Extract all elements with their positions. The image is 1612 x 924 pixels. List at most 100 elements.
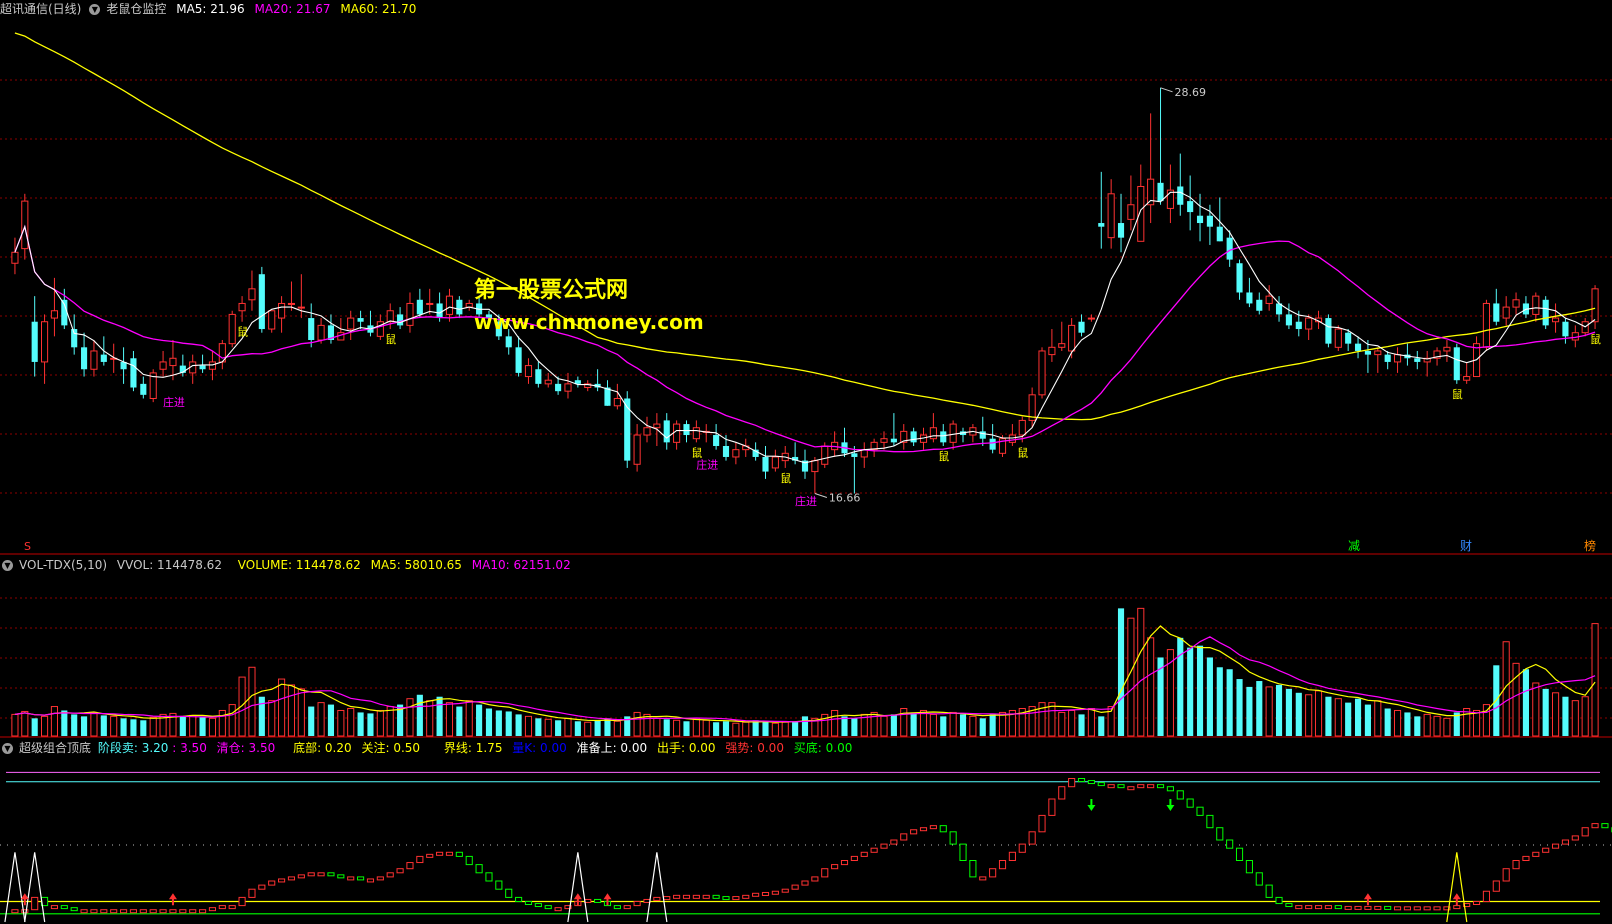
volume-bar-down: [851, 718, 858, 736]
osc-block: [1245, 860, 1253, 874]
volume-bar-up: [880, 715, 888, 737]
osc-block: [1186, 798, 1194, 808]
candle-up: [821, 445, 829, 465]
collapse-icon[interactable]: ▼: [2, 743, 13, 754]
osc-block: [860, 851, 868, 857]
volume-bar-up: [1265, 686, 1273, 737]
candle-down: [1226, 237, 1233, 260]
osc-block: [1077, 778, 1086, 782]
volume-bar-down: [1562, 696, 1569, 736]
collapse-icon[interactable]: ▼: [2, 560, 13, 571]
bang-marker: 榜: [1584, 538, 1596, 553]
osc-block: [1068, 778, 1076, 788]
low-label: 16.66: [829, 492, 861, 505]
candle-up: [1038, 350, 1046, 396]
candle-down: [722, 446, 730, 457]
candle-down: [416, 299, 423, 315]
volume-bar-up: [11, 713, 19, 737]
volume-bar-up: [1433, 715, 1441, 737]
candle-up: [1008, 434, 1016, 443]
candle-down: [1196, 215, 1204, 224]
osc-block: [189, 909, 197, 914]
osc-block: [70, 907, 78, 912]
volume-bar-down: [327, 704, 335, 736]
osc-block: [366, 878, 375, 883]
osc-block: [613, 905, 621, 910]
volume-bar-up: [1305, 694, 1313, 737]
volume-bar-down: [1098, 716, 1105, 736]
volume-bar-up: [742, 721, 750, 737]
osc-block: [1354, 905, 1362, 910]
prepare-readout: 准备上: 0.00: [576, 741, 648, 755]
osc-block: [1403, 906, 1411, 911]
volume-bar-down: [1246, 686, 1253, 736]
candle-down: [130, 358, 137, 388]
watermark-title: 第一股票公式网: [474, 278, 629, 303]
candle-down: [1364, 350, 1371, 355]
osc-block: [623, 905, 631, 910]
candle-up: [41, 321, 49, 363]
candle-down: [1493, 303, 1500, 322]
volume-bar-down: [81, 716, 88, 736]
liangk-readout: 量K: 0.00: [512, 741, 567, 755]
volume-bar-down: [1196, 645, 1204, 736]
volume-bar-down: [713, 722, 720, 736]
candle-up: [1551, 317, 1560, 323]
candle-up: [1334, 328, 1342, 348]
osc-block: [959, 843, 967, 861]
candle-up: [1068, 324, 1076, 352]
candle-down: [1295, 321, 1302, 330]
osc-block: [228, 905, 236, 910]
candle-down: [1236, 263, 1243, 293]
volume-bar-up: [189, 714, 197, 737]
ma5-readout: MA5: 21.96: [176, 2, 245, 16]
osc-block: [663, 896, 671, 901]
volume-bar-up: [633, 711, 641, 737]
volume-bar-down: [476, 704, 483, 736]
volume-bar-up: [524, 715, 533, 737]
candle-down: [308, 318, 315, 340]
s-marker: S: [24, 540, 31, 553]
candle-down: [1187, 201, 1194, 213]
volume-bar-down: [515, 714, 522, 736]
volume-bar-up: [208, 717, 217, 737]
volume-bar-up: [1087, 708, 1095, 737]
candle-up: [50, 310, 59, 319]
volume-bar-down: [1206, 657, 1213, 736]
volume-bar-up: [998, 711, 1007, 737]
osc-block: [633, 901, 641, 907]
collapse-icon[interactable]: ▼: [89, 4, 101, 15]
chart-canvas[interactable]: 28.6916.66鼠鼠鼠鼠鼠 鼠鼠鼠庄进庄进庄进S 减财榜: [0, 0, 1612, 924]
osc-block: [495, 880, 503, 890]
volume-bar-up: [347, 708, 355, 737]
osc-block: [692, 894, 700, 899]
volume-bar-down: [722, 721, 730, 736]
osc-block: [880, 843, 888, 849]
osc-indicator-name: 超级组合顶底: [19, 741, 92, 755]
candle-down: [555, 383, 562, 392]
candle-up: [1374, 350, 1382, 356]
osc-block: [702, 894, 710, 899]
candle-down: [81, 347, 88, 370]
volume-bar-down: [1078, 714, 1085, 736]
osc-block: [890, 839, 898, 845]
osc-block: [416, 855, 424, 864]
volume-bar-down: [456, 706, 463, 736]
volume-bar-down: [130, 719, 137, 736]
act-readout: 出手: 0.00: [656, 741, 716, 755]
volume-bar-down: [762, 721, 769, 736]
candle-up: [268, 310, 276, 330]
candle-up: [11, 251, 19, 264]
candle-down: [1098, 223, 1105, 227]
candle-down: [1325, 318, 1332, 344]
candle-down: [910, 431, 917, 443]
osc-block: [1008, 851, 1016, 861]
osc-block: [1324, 905, 1332, 910]
candle-down: [762, 456, 769, 472]
osc-block: [1581, 827, 1589, 837]
mouse-marker: 鼠: [1017, 445, 1028, 459]
volume-bar-up: [317, 702, 325, 737]
candle-up: [1107, 193, 1115, 239]
candle-down: [1206, 215, 1213, 227]
volume-bar-down: [535, 718, 542, 736]
